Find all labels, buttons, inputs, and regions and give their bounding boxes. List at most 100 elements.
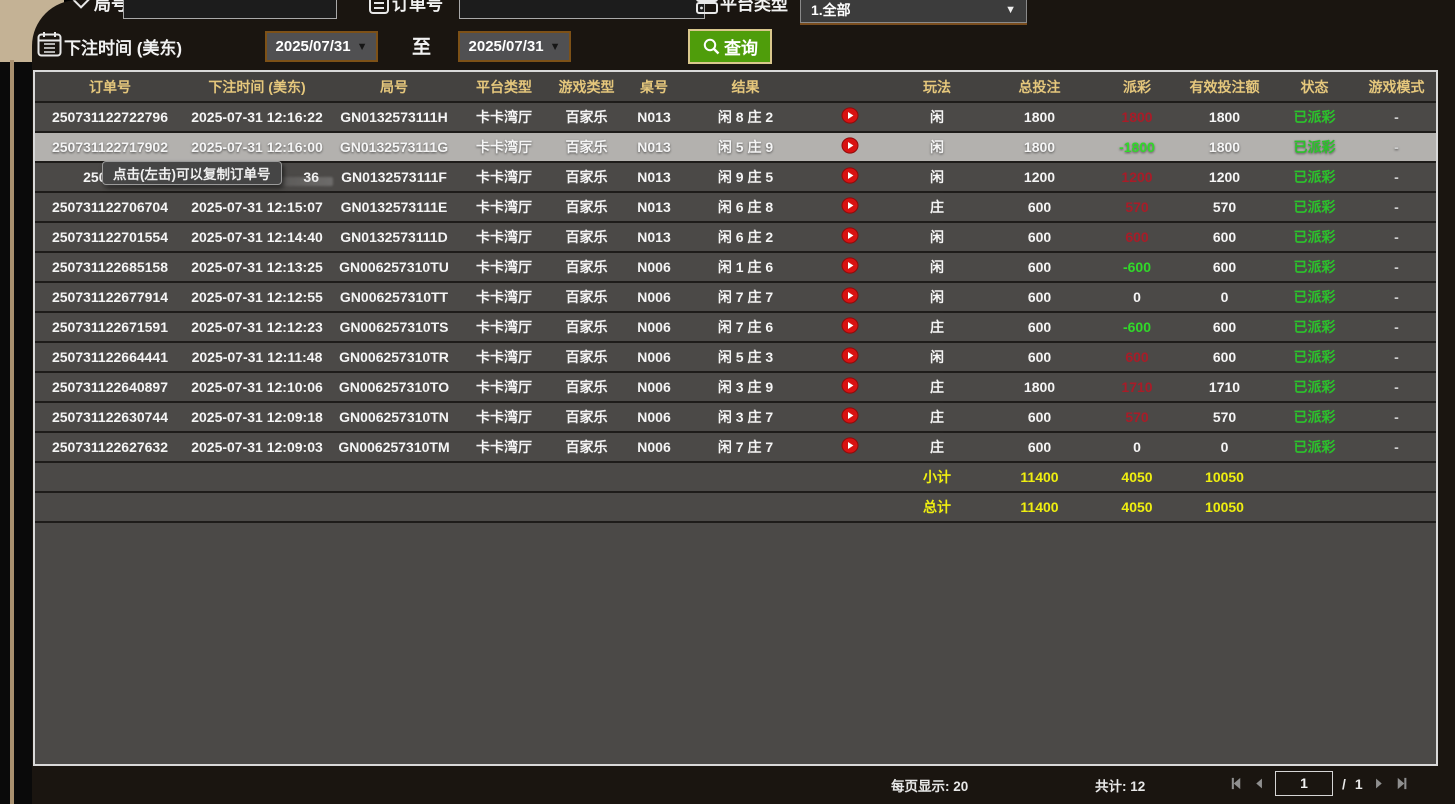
cell-result: 闲 7 庄 7	[684, 287, 807, 307]
cell-gtype: 百家乐	[549, 287, 624, 307]
cell-game: GN0132573111F	[329, 169, 459, 185]
cell-valid: 1710	[1177, 379, 1272, 395]
cell-platform: 卡卡湾厅	[459, 197, 549, 217]
cell-tno: N006	[624, 289, 684, 305]
total-row-label: 总计	[892, 497, 982, 517]
cell-result: 闲 5 庄 3	[684, 347, 807, 367]
play-icon[interactable]	[841, 287, 859, 304]
cell-result: 闲 6 庄 8	[684, 197, 807, 217]
table-row[interactable]: 2507311226307442025-07-31 12:09:18GN0062…	[35, 403, 1436, 433]
cell-wanfa: 闲	[892, 107, 982, 127]
cell-order[interactable]: 250731122627632	[35, 439, 185, 455]
cell-order[interactable]: 250731122630744	[35, 409, 185, 425]
play-icon[interactable]	[841, 377, 859, 394]
prev-page-icon[interactable]	[1253, 777, 1266, 790]
date-to-picker[interactable]: 2025/07/31 ▼	[458, 31, 571, 62]
platform-type-label: 平台类型	[720, 0, 788, 15]
query-button[interactable]: 查询	[688, 29, 772, 64]
next-page-icon[interactable]	[1372, 777, 1385, 790]
cell-tno: N006	[624, 319, 684, 335]
cell-wanfa: 庄	[892, 437, 982, 457]
play-icon[interactable]	[841, 347, 859, 364]
platform-select[interactable]: 1.全部 ▼	[800, 0, 1027, 23]
cell-order[interactable]: 250731122640897	[35, 379, 185, 395]
first-page-icon[interactable]	[1229, 776, 1244, 791]
main-panel: 局号 订单号 平台类型 1.全部 ▼ 下注时间 (美东) 2025/07/31 …	[32, 0, 1455, 804]
cell-valid: 1800	[1177, 139, 1272, 155]
pagination-bar: 每页显示: 20 共计: 12 1 / 1	[33, 766, 1438, 804]
cell-order[interactable]: 250731122677914	[35, 289, 185, 305]
order-no-input[interactable]	[459, 0, 705, 19]
date-from-picker[interactable]: 2025/07/31 ▼	[265, 31, 378, 62]
cell-status: 已派彩	[1272, 287, 1357, 307]
cell-order[interactable]: 250731122717902	[35, 139, 185, 155]
play-icon[interactable]	[841, 317, 859, 334]
cell-mode: -	[1357, 409, 1436, 425]
cell-game: GN006257310TM	[329, 439, 459, 455]
cell-time: 2025-07-31 12:16:00	[185, 139, 329, 155]
cell-order[interactable]: 250731122722796	[35, 109, 185, 125]
cell-order[interactable]: 250731122706704	[35, 199, 185, 215]
cell-play	[807, 197, 892, 217]
last-page-icon[interactable]	[1394, 776, 1409, 791]
cell-result: 闲 5 庄 9	[684, 137, 807, 157]
cell-tno: N013	[624, 139, 684, 155]
cell-bet: 600	[982, 229, 1097, 245]
date-from-value: 2025/07/31	[276, 38, 351, 55]
cell-payout: -600	[1097, 319, 1177, 335]
cell-order[interactable]: 250731122664441	[35, 349, 185, 365]
play-icon[interactable]	[841, 407, 859, 424]
cell-status: 已派彩	[1272, 347, 1357, 367]
page-number-input[interactable]: 1	[1275, 771, 1333, 796]
game-no-input[interactable]	[123, 0, 337, 19]
cell-order[interactable]: 250731122685158	[35, 259, 185, 275]
column-header: 游戏类型	[549, 77, 624, 97]
cell-payout: -1800	[1097, 139, 1177, 155]
play-icon[interactable]	[841, 437, 859, 454]
table-row[interactable]: 2507311227015542025-07-31 12:14:40GN0132…	[35, 223, 1436, 253]
column-header: 局号	[329, 77, 459, 97]
cell-play	[807, 137, 892, 157]
cell-play	[807, 287, 892, 307]
column-header: 派彩	[1097, 77, 1177, 97]
cell-time: 2025-07-31 12:09:03	[185, 439, 329, 455]
platform-select-value: 1.全部	[811, 0, 851, 20]
play-icon[interactable]	[841, 227, 859, 244]
play-icon[interactable]	[841, 137, 859, 154]
chevron-down-icon: ▼	[357, 41, 368, 53]
table-row[interactable]: 2507311227179022025-07-31 12:16:00GN0132…	[35, 133, 1436, 163]
cell-payout: 600	[1097, 229, 1177, 245]
total-row-bet: 11400	[982, 499, 1097, 515]
table-row[interactable]: 2507311226644412025-07-31 12:11:48GN0062…	[35, 343, 1436, 373]
cell-time: 2025-07-31 12:12:55	[185, 289, 329, 305]
cell-status: 已派彩	[1272, 257, 1357, 277]
cell-mode: -	[1357, 259, 1436, 275]
table-row[interactable]: 2507311226779142025-07-31 12:12:55GN0062…	[35, 283, 1436, 313]
total-count-label: 共计: 12	[1095, 775, 1145, 795]
cell-payout: 1200	[1097, 169, 1177, 185]
cell-bet: 600	[982, 199, 1097, 215]
cell-tno: N013	[624, 229, 684, 245]
table-row[interactable]: 2507311226715912025-07-31 12:12:23GN0062…	[35, 313, 1436, 343]
cell-order[interactable]: 250731122701554	[35, 229, 185, 245]
play-icon[interactable]	[841, 197, 859, 214]
table-row[interactable]: 2507311227227962025-07-31 12:16:22GN0132…	[35, 103, 1436, 133]
table-row[interactable]: 2507311226851582025-07-31 12:13:25GN0062…	[35, 253, 1436, 283]
play-icon[interactable]	[841, 107, 859, 124]
table-row[interactable]: 2507311226276322025-07-31 12:09:03GN0062…	[35, 433, 1436, 463]
cell-wanfa: 庄	[892, 377, 982, 397]
table-row[interactable]: 2507311227067042025-07-31 12:15:07GN0132…	[35, 193, 1436, 223]
cell-tno: N006	[624, 439, 684, 455]
cell-tno: N006	[624, 259, 684, 275]
cell-mode: -	[1357, 139, 1436, 155]
play-icon[interactable]	[841, 257, 859, 274]
stack-icon	[695, 0, 719, 20]
cell-gtype: 百家乐	[549, 317, 624, 337]
column-header: 下注时间 (美东)	[185, 77, 329, 97]
play-icon[interactable]	[841, 167, 859, 184]
table-row[interactable]: 2507311226408972025-07-31 12:10:06GN0062…	[35, 373, 1436, 403]
cell-payout: 0	[1097, 289, 1177, 305]
cell-result: 闲 7 庄 7	[684, 437, 807, 457]
cell-time: 2025-07-31 12:12:23	[185, 319, 329, 335]
cell-order[interactable]: 250731122671591	[35, 319, 185, 335]
